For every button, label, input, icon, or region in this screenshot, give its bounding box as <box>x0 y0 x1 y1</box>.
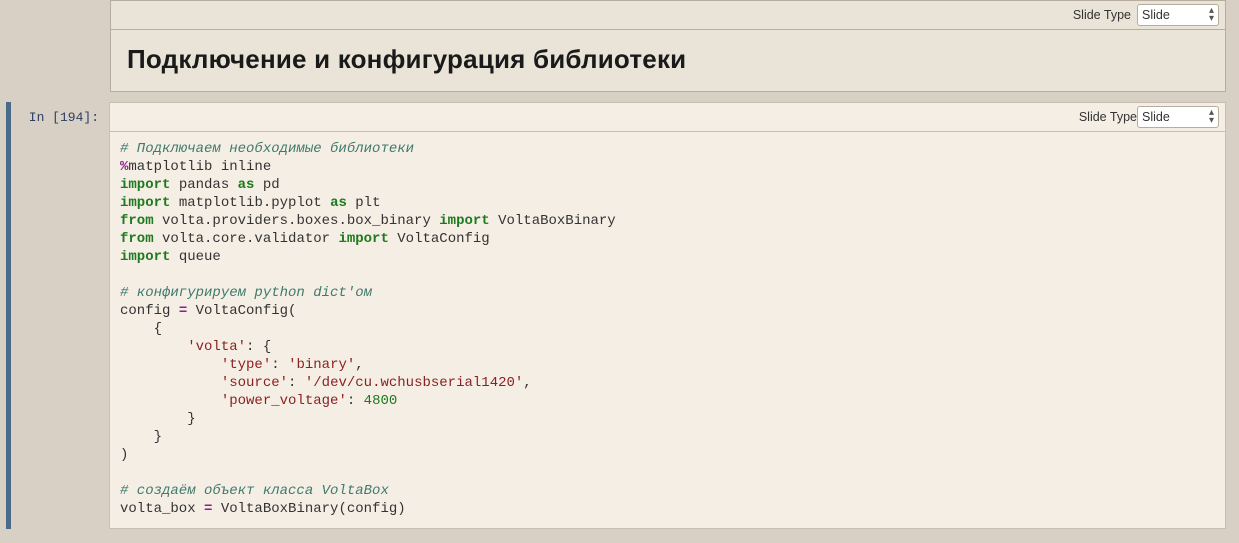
slide-toolbar: Slide Type Slide ▴▾ <box>110 0 1226 30</box>
slide-type-label: Slide Type <box>1073 8 1131 22</box>
slide-type-select-value: Slide <box>1142 110 1170 124</box>
code-cell: In [194]: Slide Type Slide ▴▾ # Подключа… <box>6 102 1226 529</box>
code-editor[interactable]: # Подключаем необходимые библиотеки %mat… <box>109 132 1226 529</box>
slide-type-select-value: Slide <box>1142 8 1170 22</box>
chevron-updown-icon: ▴▾ <box>1209 7 1214 23</box>
slide-type-select[interactable]: Slide ▴▾ <box>1137 106 1219 128</box>
heading-text: Подключение и конфигурация библиотеки <box>127 44 1209 75</box>
slide-toolbar: Slide Type Slide ▴▾ <box>109 102 1226 132</box>
notebook-viewport: Slide Type Slide ▴▾ Подключение и конфиг… <box>0 0 1239 543</box>
slide-type-select[interactable]: Slide ▴▾ <box>1137 4 1219 26</box>
chevron-updown-icon: ▴▾ <box>1209 109 1214 125</box>
markdown-cell: Slide Type Slide ▴▾ Подключение и конфиг… <box>110 0 1226 92</box>
input-prompt: In [194]: <box>13 102 109 125</box>
slide-type-label: Slide Type <box>1079 110 1137 124</box>
markdown-render[interactable]: Подключение и конфигурация библиотеки <box>110 30 1226 92</box>
